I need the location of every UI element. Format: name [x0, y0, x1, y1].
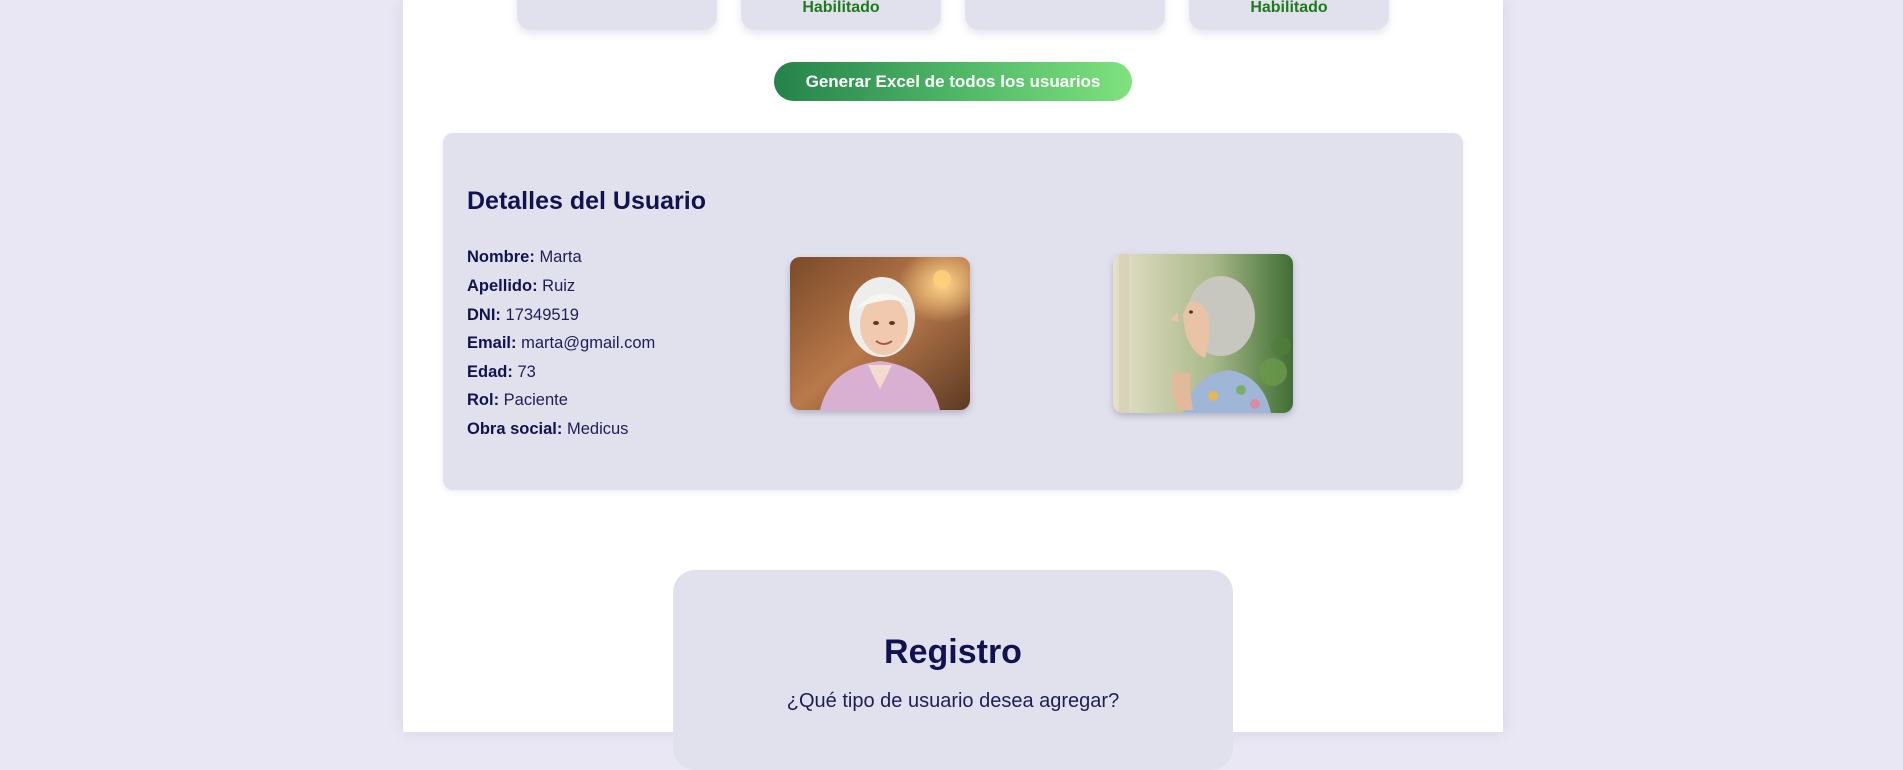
field-value: Paciente [503, 391, 568, 409]
details-title: Detalles del Usuario [467, 187, 706, 215]
user-status: Habilitado [1250, 0, 1328, 16]
field-value: Marta [539, 248, 582, 266]
field-value: 17349519 [505, 306, 579, 324]
user-card[interactable] [965, 0, 1165, 30]
user-photo-profile [1113, 254, 1293, 413]
registro-card: Registro ¿Qué tipo de usuario desea agre… [673, 570, 1233, 770]
field-value: Ruiz [542, 277, 576, 295]
generate-excel-button[interactable]: Generar Excel de todos los usuarios [774, 62, 1132, 101]
field-rol: Rol: Paciente [467, 391, 568, 410]
registro-title: Registro [884, 633, 1022, 671]
user-status: Habilitado [802, 0, 880, 16]
user-card[interactable]: Habilitado [741, 0, 941, 30]
field-label: Edad: [467, 363, 513, 381]
field-email: Email: marta@gmail.com [467, 334, 655, 353]
field-dni: DNI: 17349519 [467, 306, 579, 325]
field-label: Email: [467, 334, 517, 352]
main-content: Habilitado Habilitado Generar Excel de t… [403, 0, 1503, 770]
field-edad: Edad: 73 [467, 363, 536, 382]
registro-question: ¿Qué tipo de usuario desea agregar? [786, 690, 1120, 712]
field-apellido: Apellido: Ruiz [467, 277, 575, 296]
field-nombre: Nombre: Marta [467, 248, 582, 267]
field-label: DNI: [467, 306, 501, 324]
user-card[interactable]: Habilitado [1189, 0, 1389, 30]
field-value: marta@gmail.com [521, 334, 656, 352]
field-value: Medicus [566, 420, 629, 438]
field-value: 73 [517, 363, 536, 381]
field-label: Rol: [467, 391, 500, 409]
user-photo-front [790, 257, 970, 410]
user-card[interactable] [517, 0, 717, 30]
field-label: Nombre: [467, 248, 535, 266]
field-label: Apellido: [467, 277, 538, 295]
field-obra-social: Obra social: Medicus [467, 420, 628, 439]
user-details-panel: Detalles del Usuario Nombre: Marta Apell… [443, 133, 1463, 490]
field-label: Obra social: [467, 420, 563, 438]
